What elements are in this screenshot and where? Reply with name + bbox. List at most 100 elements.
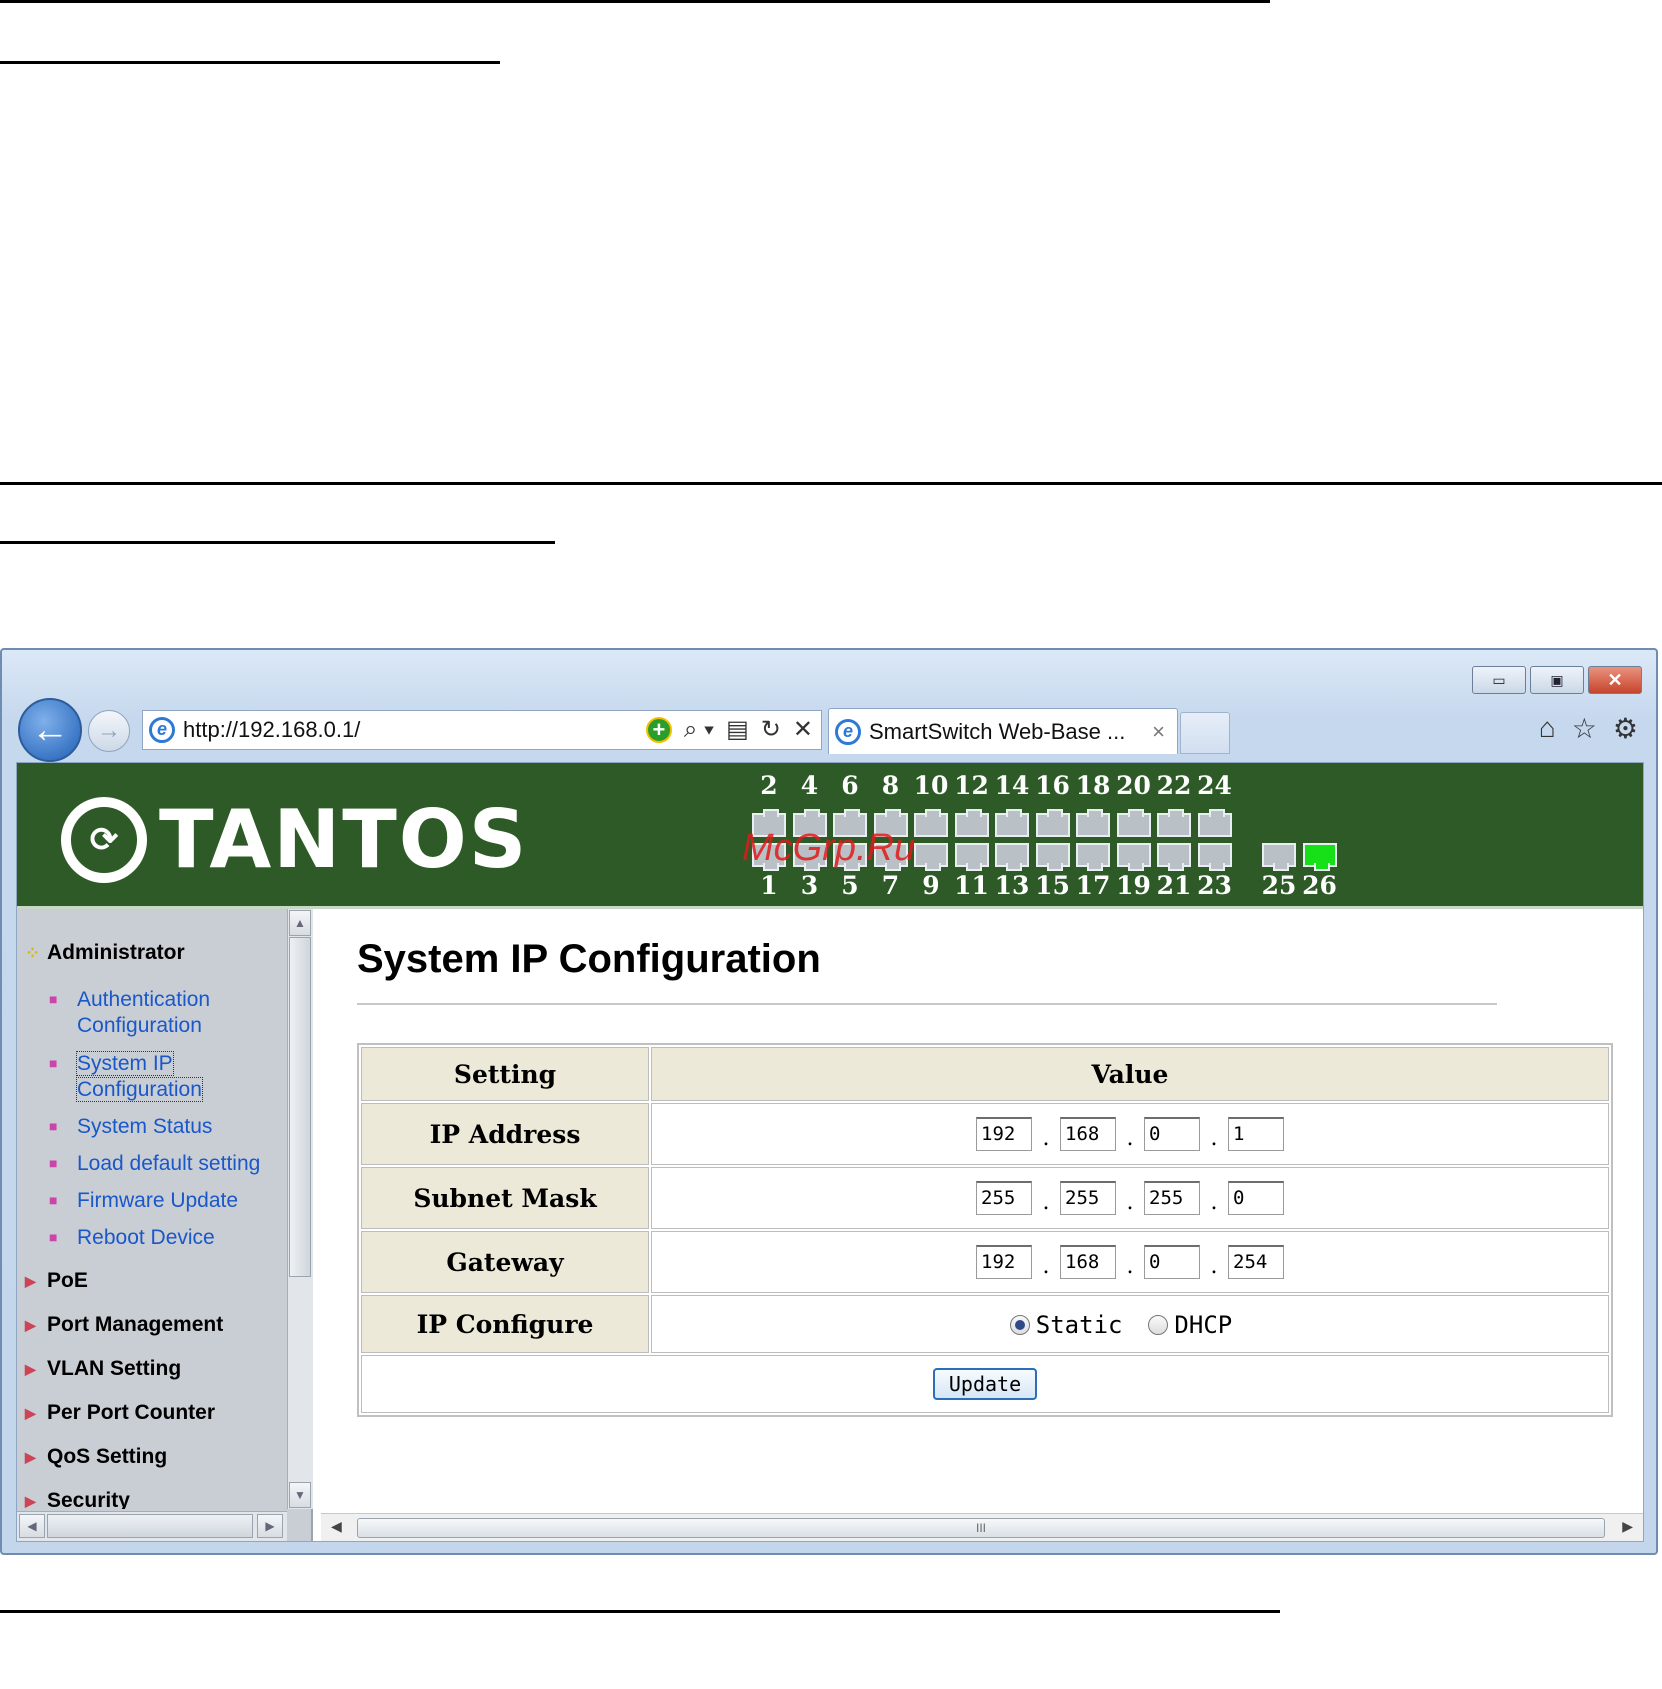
sidebar-section-administrator[interactable]: ⁘ Administrator [25,941,185,965]
sidebar-item-label: Load default setting [77,1152,261,1175]
sidebar-section-vlan-setting[interactable]: ▶ VLAN Setting [25,1357,181,1381]
port-25-icon[interactable] [1262,843,1296,871]
bullet-icon: ■ [49,1229,58,1245]
sidebar-vertical-scrollbar[interactable]: ▲ ▼ [287,909,313,1509]
table-row-ip-address: IP Address 192. 168. 0. 1 [361,1103,1609,1165]
address-url[interactable]: http://192.168.0.1/ [183,717,360,743]
mask-octet-4-input[interactable]: 0 [1228,1181,1284,1215]
gateway-octet-3-input[interactable]: 0 [1144,1245,1200,1279]
port-10-icon[interactable] [914,809,948,837]
mask-octet-2-input[interactable]: 255 [1060,1181,1116,1215]
port-15-icon[interactable] [1035,843,1070,871]
sidebar-section-port-management[interactable]: ▶ Port Management [25,1313,223,1337]
port-17-icon[interactable] [1076,843,1110,871]
browser-tab[interactable]: e SmartSwitch Web-Base ... × [828,708,1178,754]
scroll-left-icon[interactable]: ◀ [19,1514,45,1538]
port-20-icon[interactable] [1116,809,1151,837]
port-16-icon[interactable] [1035,809,1070,837]
maximize-button[interactable]: ▣ [1530,666,1584,694]
port-19-icon[interactable] [1116,843,1151,871]
ip-octet-1-input[interactable]: 192 [976,1117,1032,1151]
favorites-star-icon[interactable]: ☆ [1572,712,1597,745]
new-tab-button[interactable] [1180,712,1230,754]
refresh-icon[interactable]: ↻ [761,715,781,744]
home-icon[interactable]: ⌂ [1539,712,1556,745]
sidebar-item-system-status[interactable]: ■ System Status [49,1114,212,1140]
document-rule-3 [0,482,1662,485]
sidebar-item-reboot-device[interactable]: ■ Reboot Device [49,1225,215,1251]
scroll-down-icon[interactable]: ▼ [289,1482,311,1508]
port-18-icon[interactable] [1076,809,1110,837]
add-icon[interactable]: + [645,716,672,743]
back-arrow-icon: ← [31,708,69,751]
port-13-icon[interactable] [995,843,1029,871]
gateway-octet-2-input[interactable]: 168 [1060,1245,1116,1279]
update-button[interactable]: Update [932,1368,1038,1400]
sidebar-section-qos-setting[interactable]: ▶ QoS Setting [25,1445,167,1469]
switch-banner: ⟳ TANTOS 2 4 6 8 10 12 14 16 18 20 22 24 1 3 5 7 9 11 13 15… [17,763,1643,909]
logo-ring-icon: ⟳ [61,796,147,883]
tab-close-icon[interactable]: × [1152,719,1165,745]
sidebar-section-security[interactable]: ▶ Security [25,1489,130,1509]
sidebar-item-firmware-update[interactable]: ■ Firmware Update [49,1188,238,1214]
expanded-tree-icon: ⁘ [25,942,41,963]
address-bar[interactable]: e http://192.168.0.1/ + ⌕ ▾ ▤ ↻ ✕ [142,710,822,750]
ip-octet-2-input[interactable]: 168 [1060,1117,1116,1151]
bullet-icon: ■ [49,1192,58,1208]
sidebar-horizontal-scrollbar[interactable]: ◀ ▶ [17,1511,287,1541]
gateway-octet-1-input[interactable]: 192 [976,1245,1032,1279]
bullet-icon: ■ [49,1055,58,1071]
main-hscroll-thumb[interactable]: III [357,1518,1605,1538]
static-radio[interactable] [1009,1315,1030,1336]
sidebar-item-label: Authentication [77,988,211,1011]
port-number-label: 18 [1075,771,1111,800]
scroll-right-icon[interactable]: ▶ [1622,1518,1633,1535]
close-window-button[interactable]: ✕ [1588,666,1642,694]
header-value: Value [651,1047,1609,1101]
sidebar-section-per-port-counter[interactable]: ▶ Per Port Counter [25,1401,215,1425]
ip-octet-4-input[interactable]: 1 [1228,1117,1284,1151]
search-icon[interactable]: ⌕ ▾ [684,716,714,744]
watermark: McGrp.Ru [742,827,916,869]
page-title: System IP Configuration [357,937,821,981]
update-cell: Update [361,1355,1609,1413]
main-horizontal-scrollbar[interactable]: ◀ III ▶ [321,1513,1643,1541]
port-12-icon[interactable] [954,809,989,837]
sidebar-hscroll-thumb[interactable] [47,1514,253,1538]
sidebar-section-poe[interactable]: ▶ PoE [25,1269,88,1293]
collapsed-arrow-icon: ▶ [25,1316,36,1333]
port-26-icon[interactable] [1302,843,1337,871]
mask-octet-1-input[interactable]: 255 [976,1181,1032,1215]
window-controls: ▭ ▣ ✕ [1468,666,1642,694]
scroll-right-icon[interactable]: ▶ [257,1514,283,1538]
sidebar-section-label: Port Management [47,1313,224,1336]
sidebar-item-system-ip-configuration[interactable]: ■ System IP Configuration [49,1051,203,1103]
port-number-label: 25 [1261,871,1297,900]
port-22-icon[interactable] [1157,809,1191,837]
port-21-icon[interactable] [1157,843,1191,871]
stop-icon[interactable]: ✕ [793,715,813,744]
port-24-icon[interactable] [1197,809,1232,837]
scroll-left-icon[interactable]: ◀ [331,1518,342,1535]
sidebar-item-load-default-setting[interactable]: ■ Load default setting [49,1151,260,1177]
compatibility-icon[interactable]: ▤ [726,715,749,744]
tools-gear-icon[interactable]: ⚙ [1613,712,1638,745]
browser-toolbar-icons: ⌂ ☆ ⚙ [1523,712,1638,745]
ip-octet-3-input[interactable]: 0 [1144,1117,1200,1151]
port-11-icon[interactable] [954,843,989,871]
gateway-octet-4-input[interactable]: 254 [1228,1245,1284,1279]
scroll-up-icon[interactable]: ▲ [289,910,311,936]
sidebar-item-authentication-configuration[interactable]: ■ Authentication Configuration [49,987,210,1039]
dhcp-radio[interactable] [1148,1315,1169,1336]
mask-octet-3-input[interactable]: 255 [1144,1181,1200,1215]
back-button[interactable]: ← [18,698,82,762]
sidebar-scroll-thumb[interactable] [289,937,311,1277]
minimize-button[interactable]: ▭ [1472,666,1526,694]
port-23-icon[interactable] [1197,843,1232,871]
port-number-label: 1 [760,871,778,900]
browser-window: ▭ ▣ ✕ ← → e http://192.168.0.1/ + ⌕ ▾ ▤ … [0,648,1658,1555]
forward-button[interactable]: → [88,710,130,752]
static-label: Static [1035,1311,1123,1340]
port-9-icon[interactable] [914,843,948,871]
port-14-icon[interactable] [995,809,1029,837]
